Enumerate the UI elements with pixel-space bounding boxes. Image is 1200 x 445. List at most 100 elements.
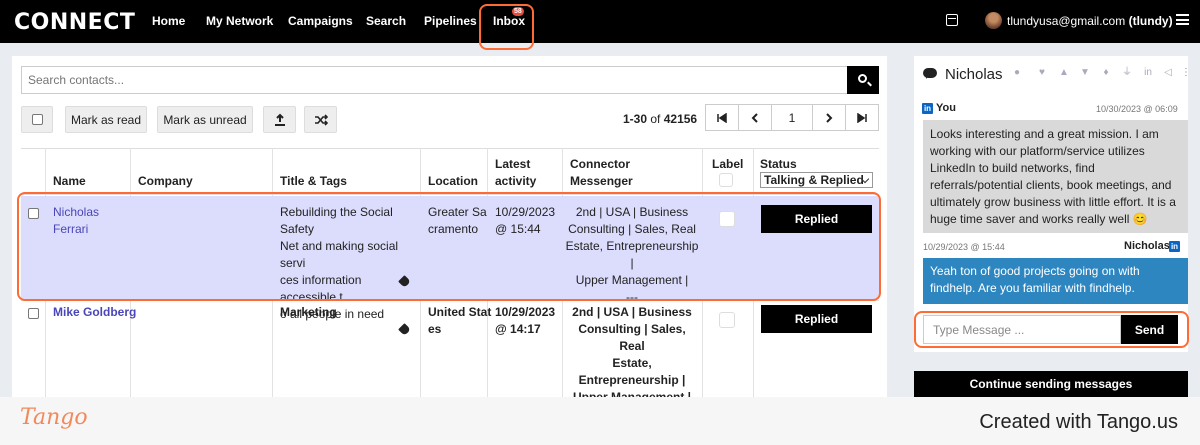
- location-cell: Greater Sa cramento: [428, 204, 487, 238]
- next-page-button[interactable]: [812, 104, 846, 131]
- table-top-border: [21, 148, 879, 149]
- location-line: Greater Sa: [428, 205, 487, 219]
- title-line: Rebuilding the Social Safety: [280, 205, 393, 236]
- linkedin-badge-icon: in: [1169, 241, 1180, 252]
- thumbs-up-icon[interactable]: ▲: [1059, 68, 1069, 78]
- label-filter-checkbox[interactable]: [719, 173, 733, 187]
- shuffle-icon: [314, 113, 328, 126]
- message-input[interactable]: Type Message ...: [923, 315, 1121, 344]
- nav-inbox[interactable]: Inbox: [493, 14, 525, 28]
- activity-line: @ 14:17: [495, 322, 541, 336]
- select-all-checkbox[interactable]: [21, 106, 53, 133]
- col-location[interactable]: Location: [428, 173, 478, 190]
- export-button[interactable]: [263, 106, 296, 133]
- last-page-button[interactable]: [845, 104, 879, 131]
- nav-pipelines[interactable]: Pipelines: [424, 14, 477, 28]
- col-connector-line1: Connector: [570, 157, 630, 171]
- col-name[interactable]: Name: [53, 173, 86, 190]
- connector-line: Consulting | Sales, Real: [578, 322, 686, 353]
- connector-cell: 2nd | USA | Business Consulting | Sales,…: [564, 204, 700, 306]
- message-time: 10/29/2023 @ 15:44: [923, 242, 1005, 252]
- nav-campaigns[interactable]: Campaigns: [288, 14, 353, 28]
- activity-line: 10/29/2023: [495, 205, 556, 219]
- tag-icon[interactable]: [398, 323, 411, 336]
- chevron-right-icon: [826, 112, 833, 123]
- user-email: tlundyusa@gmail.com: [1007, 14, 1126, 28]
- first-page-button[interactable]: [705, 104, 739, 131]
- col-latest-activity[interactable]: Latest activity: [495, 156, 536, 190]
- comment-dots-icon[interactable]: ●: [1012, 68, 1022, 78]
- nav-my-network[interactable]: My Network: [206, 14, 273, 28]
- activity-cell: 10/29/2023 @ 15:44: [495, 204, 555, 238]
- status-replied-button[interactable]: Replied: [761, 205, 872, 233]
- connect-logo[interactable]: CONNECT: [14, 10, 135, 35]
- user-handle: (tlundy): [1128, 14, 1173, 28]
- search-button[interactable]: [847, 66, 879, 94]
- plug-icon[interactable]: ⏚: [1122, 68, 1132, 78]
- row-checkbox[interactable]: [28, 208, 39, 219]
- name-line: Nicholas: [53, 205, 100, 219]
- heart-icon[interactable]: ♥: [1037, 68, 1047, 78]
- comments-icon: [923, 68, 937, 79]
- share-icon[interactable]: ◁: [1163, 68, 1173, 78]
- activity-cell: 10/29/2023 @ 14:17: [495, 304, 555, 338]
- linkedin-badge-icon: in: [922, 103, 933, 114]
- activity-line: @ 15:44: [495, 222, 541, 236]
- tango-logo: Tango: [20, 405, 88, 430]
- avatar[interactable]: [985, 12, 1002, 29]
- contacts-panel: Mark as read Mark as unread 1-30 of 4215…: [12, 56, 887, 421]
- name-line: Ferrari: [53, 222, 89, 236]
- row-divider: [21, 300, 879, 301]
- mark-as-unread-button[interactable]: Mark as unread: [157, 106, 253, 133]
- col-connector-messenger[interactable]: Connector Messenger: [570, 156, 633, 190]
- last-page-icon: [857, 112, 867, 123]
- first-page-icon: [717, 112, 727, 123]
- chevron-left-icon: [751, 112, 758, 123]
- status-replied-button[interactable]: Replied: [761, 305, 872, 333]
- page-number-input[interactable]: 1: [771, 104, 813, 131]
- bell-icon[interactable]: ♦: [1101, 68, 1111, 78]
- connector-line: Consulting | Sales, Real: [568, 222, 696, 236]
- connector-line: 2nd | USA | Business: [575, 205, 689, 219]
- received-message-bubble: Yeah ton of good projects going on with …: [923, 258, 1188, 304]
- search-icon: [858, 74, 867, 83]
- page-range: 1-30: [623, 112, 648, 126]
- title-cell: Marketing: [280, 305, 337, 319]
- contact-name-link[interactable]: Mike Goldberg: [53, 304, 136, 321]
- linkedin-icon[interactable]: in: [1143, 68, 1153, 78]
- sent-message-bubble: Looks interesting and a great mission. I…: [923, 120, 1188, 233]
- row-checkbox[interactable]: [28, 308, 39, 319]
- calendar-icon[interactable]: [946, 14, 958, 26]
- location-line: es: [428, 322, 442, 336]
- col-title-tags[interactable]: Title & Tags: [280, 173, 347, 190]
- connector-line: Estate, Entrepreneurship |: [578, 356, 686, 387]
- export-icon: [274, 113, 285, 126]
- status-filter-select[interactable]: Talking & Replied: [760, 172, 873, 188]
- row-label-checkbox[interactable]: [719, 211, 735, 227]
- connector-line: Estate, Entrepreneurship |: [565, 239, 699, 270]
- location-cell: United Stat es: [428, 304, 491, 338]
- nav-home[interactable]: Home: [152, 14, 185, 28]
- mark-as-read-button[interactable]: Mark as read: [65, 106, 147, 133]
- nav-search[interactable]: Search: [366, 14, 406, 28]
- user-account[interactable]: tlundyusa@gmail.com (tlundy): [1007, 14, 1173, 28]
- col-latest-line1: Latest: [495, 157, 531, 171]
- prev-page-button[interactable]: [738, 104, 772, 131]
- search-contacts-input[interactable]: [21, 66, 847, 94]
- continue-sending-button[interactable]: Continue sending messages: [914, 371, 1188, 397]
- thumbs-down-icon[interactable]: ▼: [1080, 68, 1090, 78]
- conversation-panel: Nicholas ● ♥ ▲ ▼ ♦ ⏚ in ◁ ⋮ in You 10/30…: [914, 56, 1191, 352]
- of-label: of: [650, 112, 661, 126]
- message-time: 10/30/2023 @ 06:09: [1096, 104, 1178, 114]
- contact-name-link[interactable]: Nicholas Ferrari: [53, 204, 99, 238]
- hamburger-menu-icon[interactable]: [1176, 14, 1189, 25]
- checkbox-icon: [31, 114, 43, 125]
- shuffle-button[interactable]: [304, 106, 337, 133]
- col-company[interactable]: Company: [138, 173, 193, 190]
- row-label-checkbox[interactable]: [719, 312, 735, 328]
- col-status: Status: [760, 157, 797, 171]
- send-button[interactable]: Send: [1121, 315, 1178, 344]
- location-line: United Stat: [428, 305, 492, 319]
- tango-footer: Tango Created with Tango.us: [0, 397, 1200, 445]
- more-icon[interactable]: ⋮: [1181, 68, 1191, 78]
